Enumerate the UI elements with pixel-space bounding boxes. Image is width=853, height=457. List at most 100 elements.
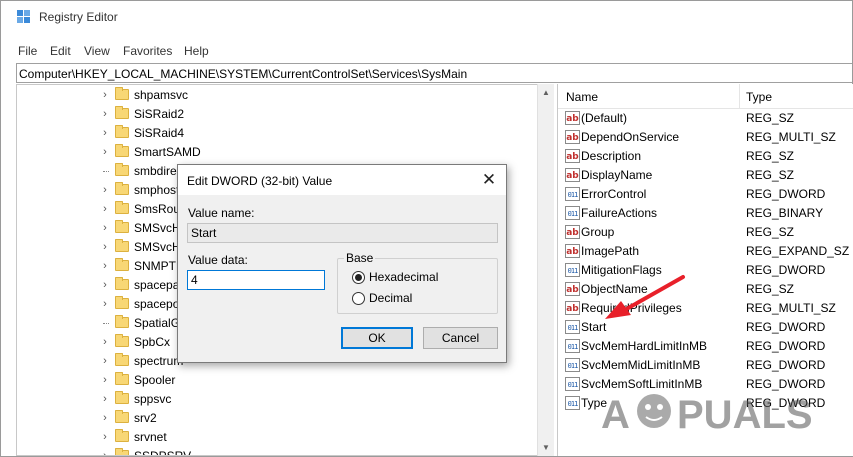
tree-item[interactable]: › sppsvc — [17, 390, 537, 409]
decimal-radio[interactable] — [352, 292, 365, 305]
registry-editor-icon — [17, 10, 31, 24]
string-value-icon: ab — [565, 168, 580, 182]
dialog-title: Edit DWORD (32-bit) Value — [187, 174, 333, 188]
value-row[interactable]: ab (Default) REG_SZ — [558, 109, 853, 128]
menu-file[interactable]: File — [18, 44, 37, 58]
scroll-down-arrow-icon[interactable]: ▼ — [542, 443, 550, 452]
column-separator[interactable] — [739, 84, 740, 109]
chevron-right-icon[interactable]: › — [100, 127, 110, 139]
value-name-label: Value name: — [188, 206, 255, 220]
binary-value-icon: 011 — [565, 358, 580, 372]
chevron-right-icon[interactable]: › — [100, 89, 110, 101]
chevron-right-icon[interactable]: › — [100, 431, 110, 443]
tree-item-label: SiSRaid4 — [134, 126, 185, 140]
cancel-button[interactable]: Cancel — [423, 327, 498, 349]
tree-item[interactable]: › SiSRaid4 — [17, 124, 537, 143]
value-row[interactable]: 011 ErrorControl REG_DWORD — [558, 185, 853, 204]
value-data-input[interactable]: 4 — [187, 270, 325, 290]
tree-connector — [103, 323, 109, 324]
folder-icon — [115, 334, 129, 347]
folder-icon — [115, 315, 129, 328]
decimal-label[interactable]: Decimal — [369, 291, 412, 305]
value-type: REG_MULTI_SZ — [746, 130, 836, 144]
value-type: REG_DWORD — [746, 339, 826, 353]
tree-item[interactable]: › SSDPSRV — [17, 447, 537, 456]
chevron-right-icon[interactable]: › — [100, 298, 110, 310]
value-type: REG_EXPAND_SZ — [746, 244, 850, 258]
hexadecimal-radio[interactable] — [352, 271, 365, 284]
chevron-right-icon[interactable]: › — [100, 203, 110, 215]
chevron-right-icon[interactable]: › — [100, 222, 110, 234]
tree-item[interactable]: › SiSRaid2 — [17, 105, 537, 124]
folder-icon — [115, 163, 129, 176]
menu-help[interactable]: Help — [184, 44, 209, 58]
value-name-field: Start — [187, 223, 498, 243]
value-row[interactable]: ab ImagePath REG_EXPAND_SZ — [558, 242, 853, 261]
string-value-icon: ab — [565, 301, 580, 315]
chevron-right-icon[interactable]: › — [100, 241, 110, 253]
menu-view[interactable]: View — [84, 44, 110, 58]
value-name: Group — [581, 225, 615, 239]
value-name: (Default) — [581, 111, 628, 125]
tree-item-label: SSDPSRV — [134, 449, 192, 456]
menu-favorites[interactable]: Favorites — [123, 44, 172, 58]
folder-icon — [115, 391, 129, 404]
value-type: REG_DWORD — [746, 263, 826, 277]
close-icon[interactable]: ✕ — [478, 169, 500, 191]
column-name-header[interactable]: Name — [566, 90, 598, 104]
chevron-right-icon[interactable]: › — [100, 279, 110, 291]
value-name: ErrorControl — [581, 187, 647, 201]
value-name: DisplayName — [581, 168, 653, 182]
value-row[interactable]: 011 FailureActions REG_BINARY — [558, 204, 853, 223]
value-row[interactable]: ab Description REG_SZ — [558, 147, 853, 166]
value-name: DependOnService — [581, 130, 680, 144]
base-groupbox: Base Hexadecimal Decimal — [337, 251, 498, 314]
value-row[interactable]: 011 SvcMemHardLimitInMB REG_DWORD — [558, 337, 853, 356]
chevron-right-icon[interactable]: › — [100, 260, 110, 272]
chevron-right-icon[interactable]: › — [100, 336, 110, 348]
tree-item[interactable]: › shpamsvc — [17, 86, 537, 105]
values-column-header: Name Type — [558, 84, 853, 109]
base-label: Base — [344, 251, 376, 265]
value-row[interactable]: ab Group REG_SZ — [558, 223, 853, 242]
tree-item-label: srv2 — [134, 411, 157, 425]
value-type: REG_SZ — [746, 225, 795, 239]
column-type-header[interactable]: Type — [746, 90, 772, 104]
folder-icon — [115, 258, 129, 271]
value-name: SvcMemMidLimitInMB — [581, 358, 701, 372]
tree-item[interactable]: › Spooler — [17, 371, 537, 390]
chevron-right-icon[interactable]: › — [100, 450, 110, 455]
value-type: REG_DWORD — [746, 187, 826, 201]
address-bar[interactable]: Computer\HKEY_LOCAL_MACHINE\SYSTEM\Curre… — [16, 63, 852, 83]
value-type: REG_BINARY — [746, 206, 824, 220]
value-type: REG_SZ — [746, 282, 795, 296]
tree-item-label: SpbCx — [134, 335, 171, 349]
chevron-right-icon[interactable]: › — [100, 393, 110, 405]
value-row[interactable]: ab DependOnService REG_MULTI_SZ — [558, 128, 853, 147]
tree-item[interactable]: › SmartSAMD — [17, 143, 537, 162]
chevron-right-icon[interactable]: › — [100, 374, 110, 386]
scroll-up-arrow-icon[interactable]: ▲ — [542, 88, 550, 97]
folder-icon — [115, 125, 129, 138]
chevron-right-icon[interactable]: › — [100, 184, 110, 196]
tree-item[interactable]: › srv2 — [17, 409, 537, 428]
tree-item-label: SmartSAMD — [134, 145, 201, 159]
tree-item-label: SiSRaid2 — [134, 107, 185, 121]
chevron-right-icon[interactable]: › — [100, 146, 110, 158]
binary-value-icon: 011 — [565, 263, 580, 277]
tree-vertical-scrollbar[interactable]: ▲ ▼ — [537, 84, 554, 456]
chevron-right-icon[interactable]: › — [100, 355, 110, 367]
value-row[interactable]: ab DisplayName REG_SZ — [558, 166, 853, 185]
chevron-right-icon[interactable]: › — [100, 108, 110, 120]
binary-value-icon: 011 — [565, 377, 580, 391]
menu-edit[interactable]: Edit — [50, 44, 71, 58]
string-value-icon: ab — [565, 149, 580, 163]
address-path[interactable]: Computer\HKEY_LOCAL_MACHINE\SYSTEM\Curre… — [19, 67, 467, 81]
registry-editor-window: Registry Editor File Edit View Favorites… — [0, 0, 853, 457]
tree-item-label: shpamsvc — [134, 88, 189, 102]
folder-icon — [115, 448, 129, 455]
tree-item[interactable]: › srvnet — [17, 428, 537, 447]
ok-button[interactable]: OK — [341, 327, 413, 349]
chevron-right-icon[interactable]: › — [100, 412, 110, 424]
hexadecimal-label[interactable]: Hexadecimal — [369, 270, 438, 284]
